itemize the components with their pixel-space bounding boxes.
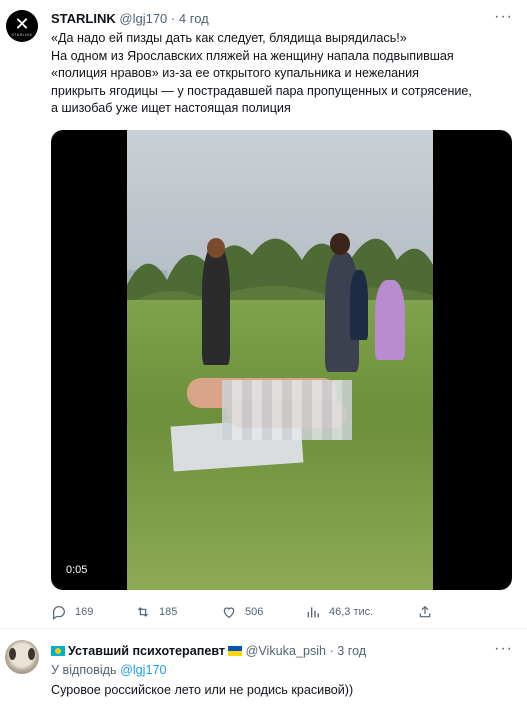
avatar-ear (9, 648, 16, 660)
video-person (202, 245, 230, 365)
replying-label: У відповідь (51, 663, 117, 677)
reply-time[interactable]: 3 год (337, 644, 366, 658)
tweet-time[interactable]: 4 год (179, 11, 209, 26)
tweet-actions: 169 185 506 46,3 тис. (51, 604, 511, 622)
avatar-ear (28, 648, 35, 660)
reply-author-name[interactable]: Уставший психотерапевт (68, 644, 225, 658)
replying-handle[interactable]: @lgj170 (120, 663, 166, 677)
reply-icon (53, 606, 65, 620)
reply-count: 169 (75, 606, 94, 618)
starlink-logo-icon: ✕ (14, 14, 30, 34)
ukraine-flag-icon (228, 646, 243, 656)
divider (0, 628, 527, 629)
reply-button[interactable]: 169 (51, 604, 93, 620)
tweet-text: «Да надо ей пизды дать как следует, бляд… (51, 30, 521, 118)
retweet-button[interactable]: 185 (135, 604, 177, 620)
author-handle[interactable]: @lgj170 (119, 11, 167, 26)
separator-dot: · (329, 644, 334, 658)
reply-header: Уставший психотерапевт @Vikuka_psih · 3 … (51, 644, 366, 658)
more-icon[interactable]: ··· (494, 8, 513, 26)
author-name[interactable]: STARLINK (51, 11, 116, 26)
tweet-text-line: прикрыть ягодицы — у пострадавшей пара п… (51, 83, 472, 98)
tweet-header: STARLINK @lgj170 · 4 год (51, 11, 209, 26)
separator-dot: · (170, 11, 176, 26)
tweet-text-line: «полиция нравов» из-за ее открытого купа… (51, 66, 419, 80)
video-frame (127, 130, 433, 590)
video-blur (222, 380, 352, 440)
video-player[interactable]: 0:05 (51, 130, 512, 590)
video-person (375, 280, 405, 360)
views-button[interactable]: 46,3 тис. (305, 604, 373, 620)
views-count: 46,3 тис. (329, 606, 374, 618)
reply-author-avatar[interactable] (5, 640, 39, 674)
heart-icon (223, 607, 235, 619)
retweet-count: 185 (159, 606, 178, 618)
like-button[interactable]: 506 (221, 604, 263, 620)
share-icon (419, 605, 431, 618)
author-avatar[interactable]: ✕ STARLINK (6, 10, 38, 42)
reply-text: Суровое российское лето или не родись кр… (51, 683, 354, 697)
video-person-head (207, 238, 225, 258)
retweet-icon (137, 607, 149, 617)
like-count: 506 (245, 606, 264, 618)
video-person-head (330, 233, 350, 255)
kazakhstan-flag-icon (51, 646, 65, 656)
tweet-text-line: а шизобаб уже ищет настоящая полиция (51, 101, 291, 115)
video-person (350, 270, 368, 340)
share-button[interactable] (417, 604, 433, 620)
tweet-text-line: «Да надо ей пизды дать как следует, бляд… (51, 31, 407, 45)
replying-to: У відповідь @lgj170 (51, 663, 166, 677)
tweet-text-line: На одном из Ярославских пляжей на женщин… (51, 48, 454, 63)
reply-author-handle[interactable]: @Vikuka_psih (246, 644, 326, 658)
more-icon[interactable]: ··· (494, 640, 513, 658)
video-timestamp: 0:05 (66, 564, 88, 576)
views-icon (307, 607, 319, 618)
avatar-brand-text: STARLINK (11, 33, 33, 37)
